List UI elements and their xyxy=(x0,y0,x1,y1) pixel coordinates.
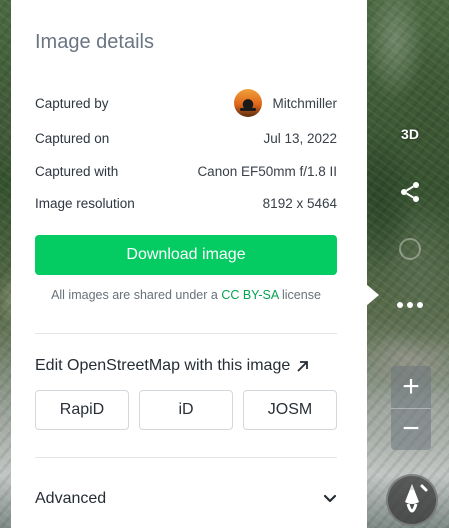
captured-by-value[interactable]: Mitchmiller xyxy=(234,89,337,117)
captured-by-label: Captured by xyxy=(35,95,109,111)
captured-with-value: Canon EF50mm f/1.8 II xyxy=(197,163,337,179)
license-suffix: license xyxy=(282,288,321,302)
compass-button[interactable] xyxy=(386,474,438,526)
edit-osm-label[interactable]: Edit OpenStreetMap with this image xyxy=(35,357,290,375)
captured-on-label: Captured on xyxy=(35,130,110,146)
resolution-label: Image resolution xyxy=(35,195,135,211)
editor-buttons: RapiD iD JOSM xyxy=(35,390,337,430)
advanced-toggle[interactable]: Advanced xyxy=(35,490,337,508)
captured-with-row: Captured with Canon EF50mm f/1.8 II xyxy=(35,160,337,182)
compass-icon xyxy=(405,484,428,513)
more-options-button[interactable] xyxy=(392,293,428,317)
chevron-down-icon xyxy=(323,494,337,503)
more-dots-icon xyxy=(397,302,423,308)
info-icon xyxy=(399,238,421,260)
external-arrow-icon xyxy=(297,360,309,372)
avatar[interactable] xyxy=(234,89,263,117)
photographer-name[interactable]: Mitchmiller xyxy=(272,96,337,111)
captured-on-value: Jul 13, 2022 xyxy=(263,130,337,146)
divider xyxy=(35,333,337,334)
info-button[interactable] xyxy=(396,235,424,263)
panel-pointer xyxy=(366,284,379,306)
license-prefix: All images are shared under a xyxy=(51,288,218,302)
image-details-panel: Image details Captured by Mitchmiller Ca… xyxy=(11,0,367,528)
panel-title: Image details xyxy=(35,31,154,53)
resolution-value: 8192 x 5464 xyxy=(262,195,337,211)
captured-with-label: Captured with xyxy=(35,163,119,179)
download-image-button[interactable]: Download image xyxy=(35,235,337,275)
edit-osm-link[interactable]: Edit OpenStreetMap with this image xyxy=(35,357,309,375)
license-notice: All images are shared under a CC BY-SA l… xyxy=(35,288,337,302)
advanced-label: Advanced xyxy=(35,490,107,507)
resolution-row: Image resolution 8192 x 5464 xyxy=(35,192,337,214)
josm-editor-button[interactable]: JOSM xyxy=(243,390,337,430)
id-editor-button[interactable]: iD xyxy=(139,390,233,430)
rapid-editor-button[interactable]: RapiD xyxy=(35,390,129,430)
share-button[interactable] xyxy=(396,178,424,206)
license-link[interactable]: CC BY-SA xyxy=(221,288,278,302)
captured-by-row: Captured by Mitchmiller xyxy=(35,89,337,117)
share-icon xyxy=(401,182,419,202)
zoom-out-button[interactable]: − xyxy=(391,409,431,449)
zoom-in-button[interactable]: + xyxy=(391,367,431,407)
captured-on-row: Captured on Jul 13, 2022 xyxy=(35,127,337,149)
3d-mode-button[interactable]: 3D xyxy=(392,122,428,146)
divider xyxy=(35,457,337,458)
